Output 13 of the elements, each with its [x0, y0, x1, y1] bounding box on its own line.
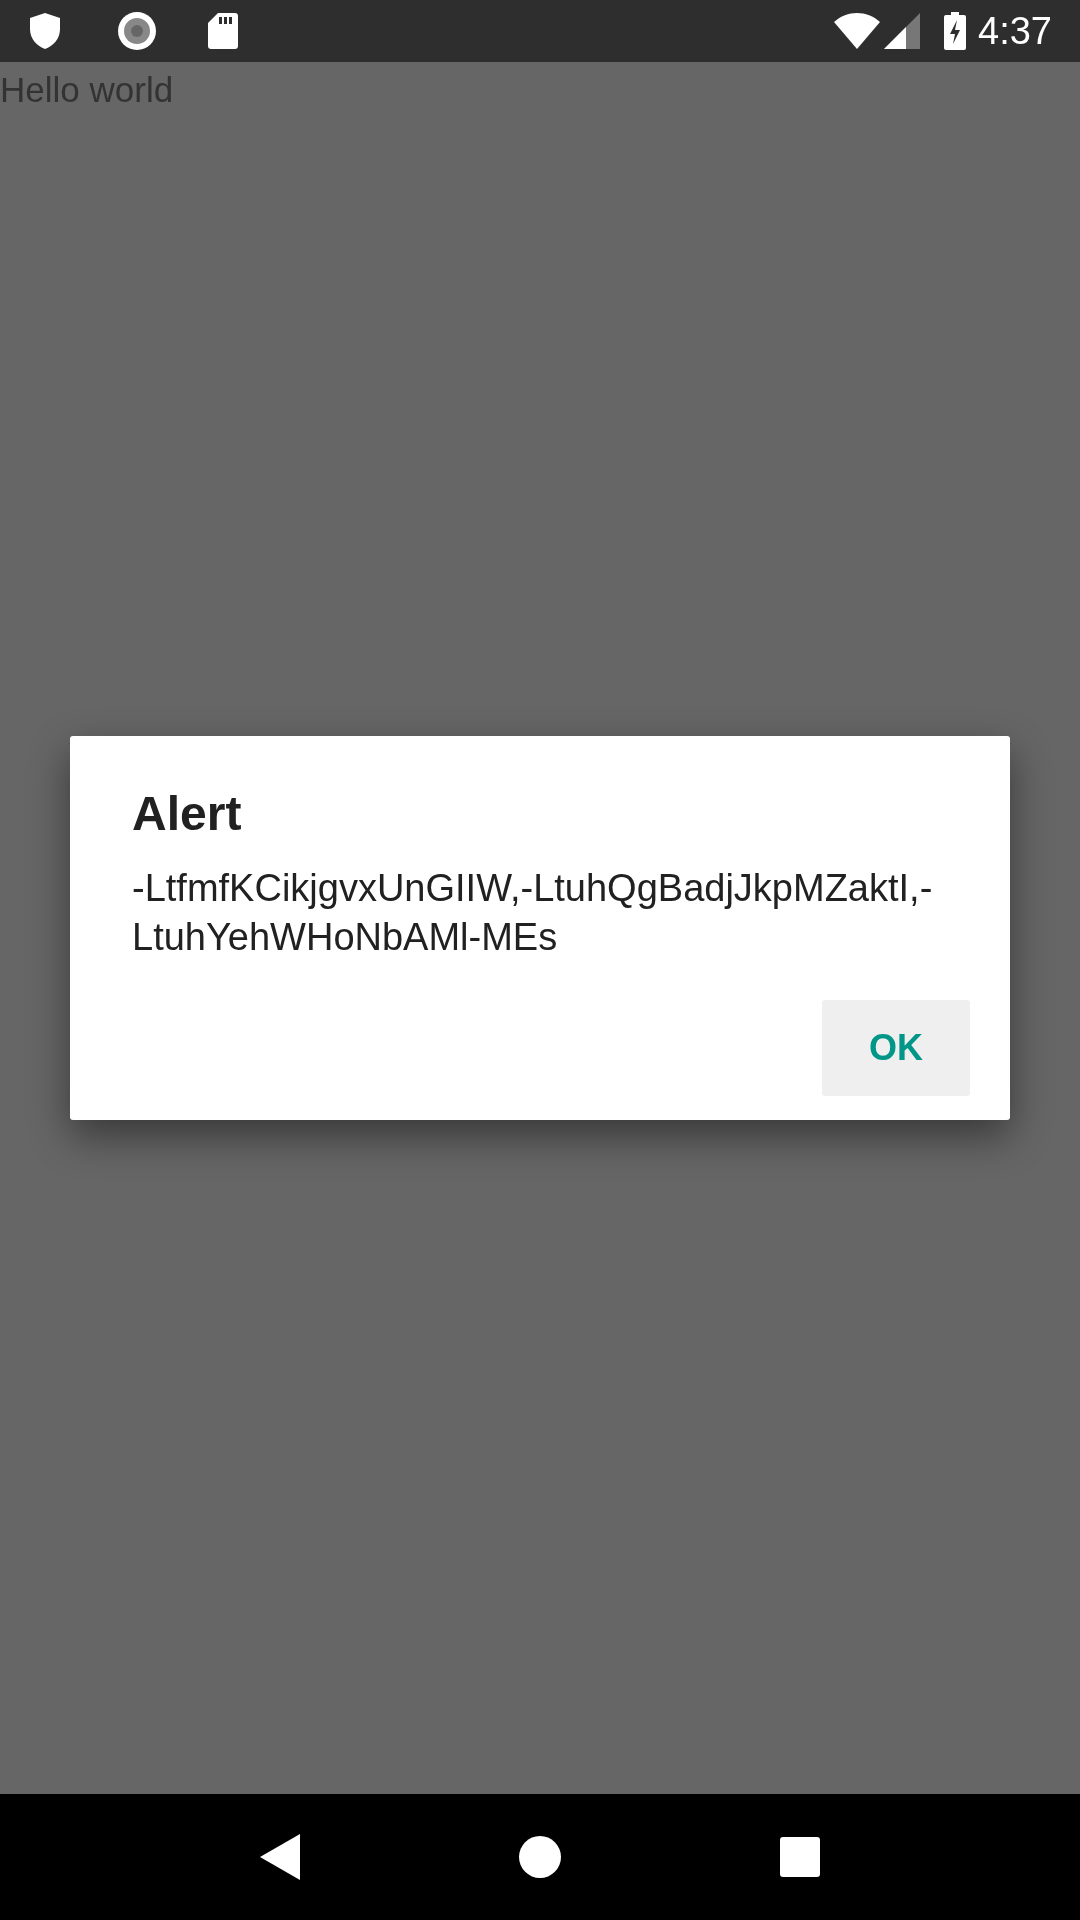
dialog-title: Alert [132, 786, 243, 842]
clock-time: 4:37 [978, 12, 1052, 50]
signal-icon [884, 13, 921, 49]
back-icon[interactable] [259, 1834, 300, 1880]
wifi-icon [834, 13, 881, 49]
shield-icon [28, 12, 62, 50]
recents-icon[interactable] [780, 1837, 821, 1877]
ok-button[interactable]: OK [822, 1000, 970, 1096]
home-icon[interactable] [519, 1836, 561, 1878]
record-icon [118, 12, 156, 50]
battery-charging-icon [944, 12, 967, 50]
sd-card-icon [208, 13, 238, 49]
dialog-message: -LtfmfKCikjgvxUnGIIW,-LtuhQgBadjJkpMZaktI,-LtuhYehWHoNbAMl-MEs [132, 866, 934, 960]
